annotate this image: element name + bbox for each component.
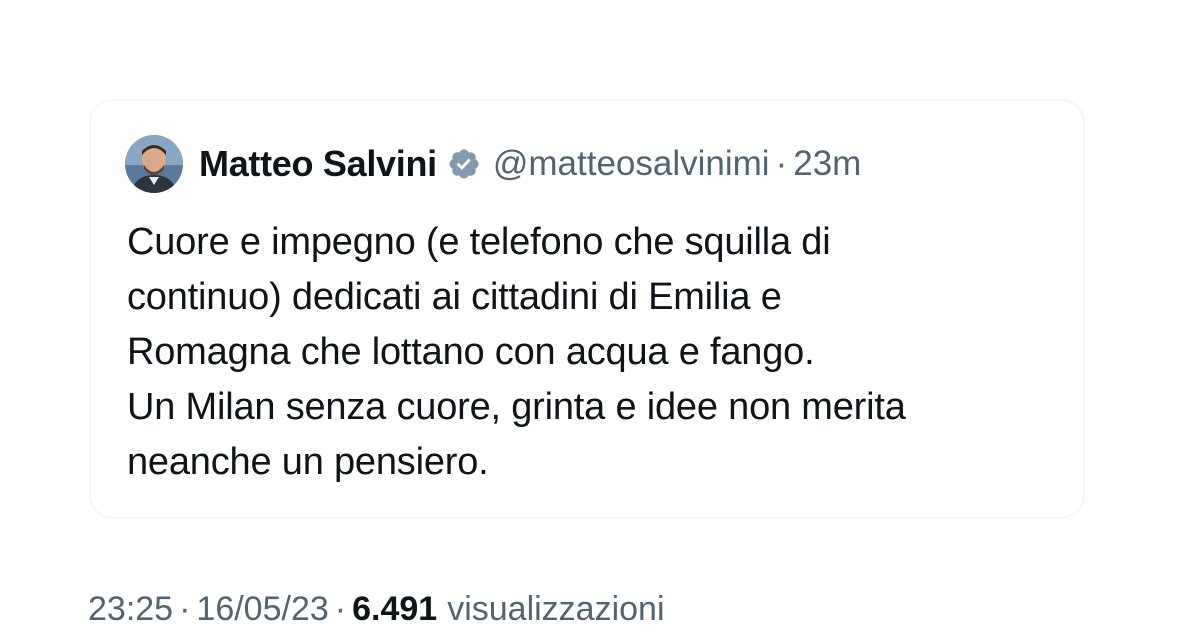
tweet-header: Matteo Salvini @matteosalvinimi · 23m (125, 135, 861, 193)
quoted-tweet-card[interactable]: Matteo Salvini @matteosalvinimi · 23m Cu… (90, 100, 1084, 518)
tweet-time[interactable]: 23:25 (88, 590, 173, 629)
avatar[interactable] (125, 135, 183, 193)
views-label: visualizzazioni (447, 589, 665, 628)
meta-separator: · (179, 589, 191, 628)
tweet-relative-time[interactable]: 23m (793, 144, 861, 184)
verified-badge-icon (447, 147, 481, 181)
views-count: 6.491 (352, 589, 438, 628)
tweet-meta-row: 23:25 · 16/05/23 · 6.491 visualizzazioni (88, 586, 665, 632)
header-separator: · (775, 144, 788, 183)
tweet-text: Cuore e impegno (e telefono che squilla … (127, 221, 906, 483)
author-display-name[interactable]: Matteo Salvini (199, 143, 437, 185)
meta-separator: · (334, 589, 347, 628)
tweet-date[interactable]: 16/05/23 (196, 590, 328, 629)
author-handle[interactable]: @matteosalvinimi (493, 144, 770, 184)
